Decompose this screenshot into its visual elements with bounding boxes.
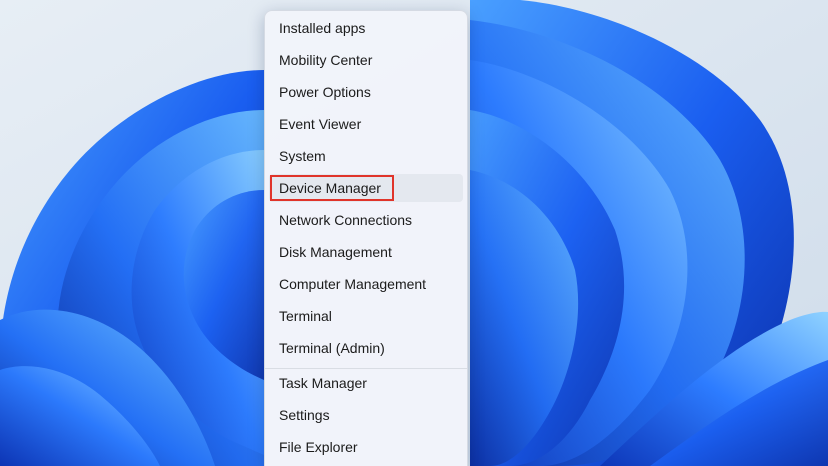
menu-item-network-connections[interactable]: Network Connections <box>269 206 463 234</box>
menu-item-settings[interactable]: Settings <box>269 401 463 429</box>
menu-item-label: Terminal (Admin) <box>279 340 385 356</box>
menu-item-terminal[interactable]: Terminal <box>269 302 463 330</box>
menu-item-label: Network Connections <box>279 212 413 228</box>
menu-item-label: Settings <box>279 407 330 423</box>
menu-item-label: Installed apps <box>279 20 366 36</box>
menu-item-label: Computer Management <box>279 276 427 292</box>
menu-item-label: System <box>279 148 326 164</box>
menu-item-label: Disk Management <box>279 244 392 260</box>
menu-item-power-options[interactable]: Power Options <box>269 78 463 106</box>
menu-item-label: Mobility Center <box>279 52 373 68</box>
winx-context-menu: Installed apps Mobility Center Power Opt… <box>264 10 468 466</box>
menu-item-label: Power Options <box>279 84 371 100</box>
menu-item-computer-management[interactable]: Computer Management <box>269 270 463 298</box>
menu-item-label: Device Manager <box>279 180 381 196</box>
menu-item-event-viewer[interactable]: Event Viewer <box>269 110 463 138</box>
menu-item-label: Terminal <box>279 308 332 324</box>
menu-item-label: Task Manager <box>279 375 367 391</box>
menu-item-terminal-admin[interactable]: Terminal (Admin) <box>269 334 463 362</box>
menu-item-label: Event Viewer <box>279 116 362 132</box>
menu-item-disk-management[interactable]: Disk Management <box>269 238 463 266</box>
menu-item-device-manager[interactable]: Device Manager <box>269 174 463 202</box>
menu-item-label: File Explorer <box>279 439 358 455</box>
menu-item-mobility-center[interactable]: Mobility Center <box>269 46 463 74</box>
menu-item-file-explorer[interactable]: File Explorer <box>269 433 463 461</box>
menu-item-system[interactable]: System <box>269 142 463 170</box>
menu-item-installed-apps[interactable]: Installed apps <box>269 14 463 42</box>
menu-item-task-manager[interactable]: Task Manager <box>269 369 463 397</box>
